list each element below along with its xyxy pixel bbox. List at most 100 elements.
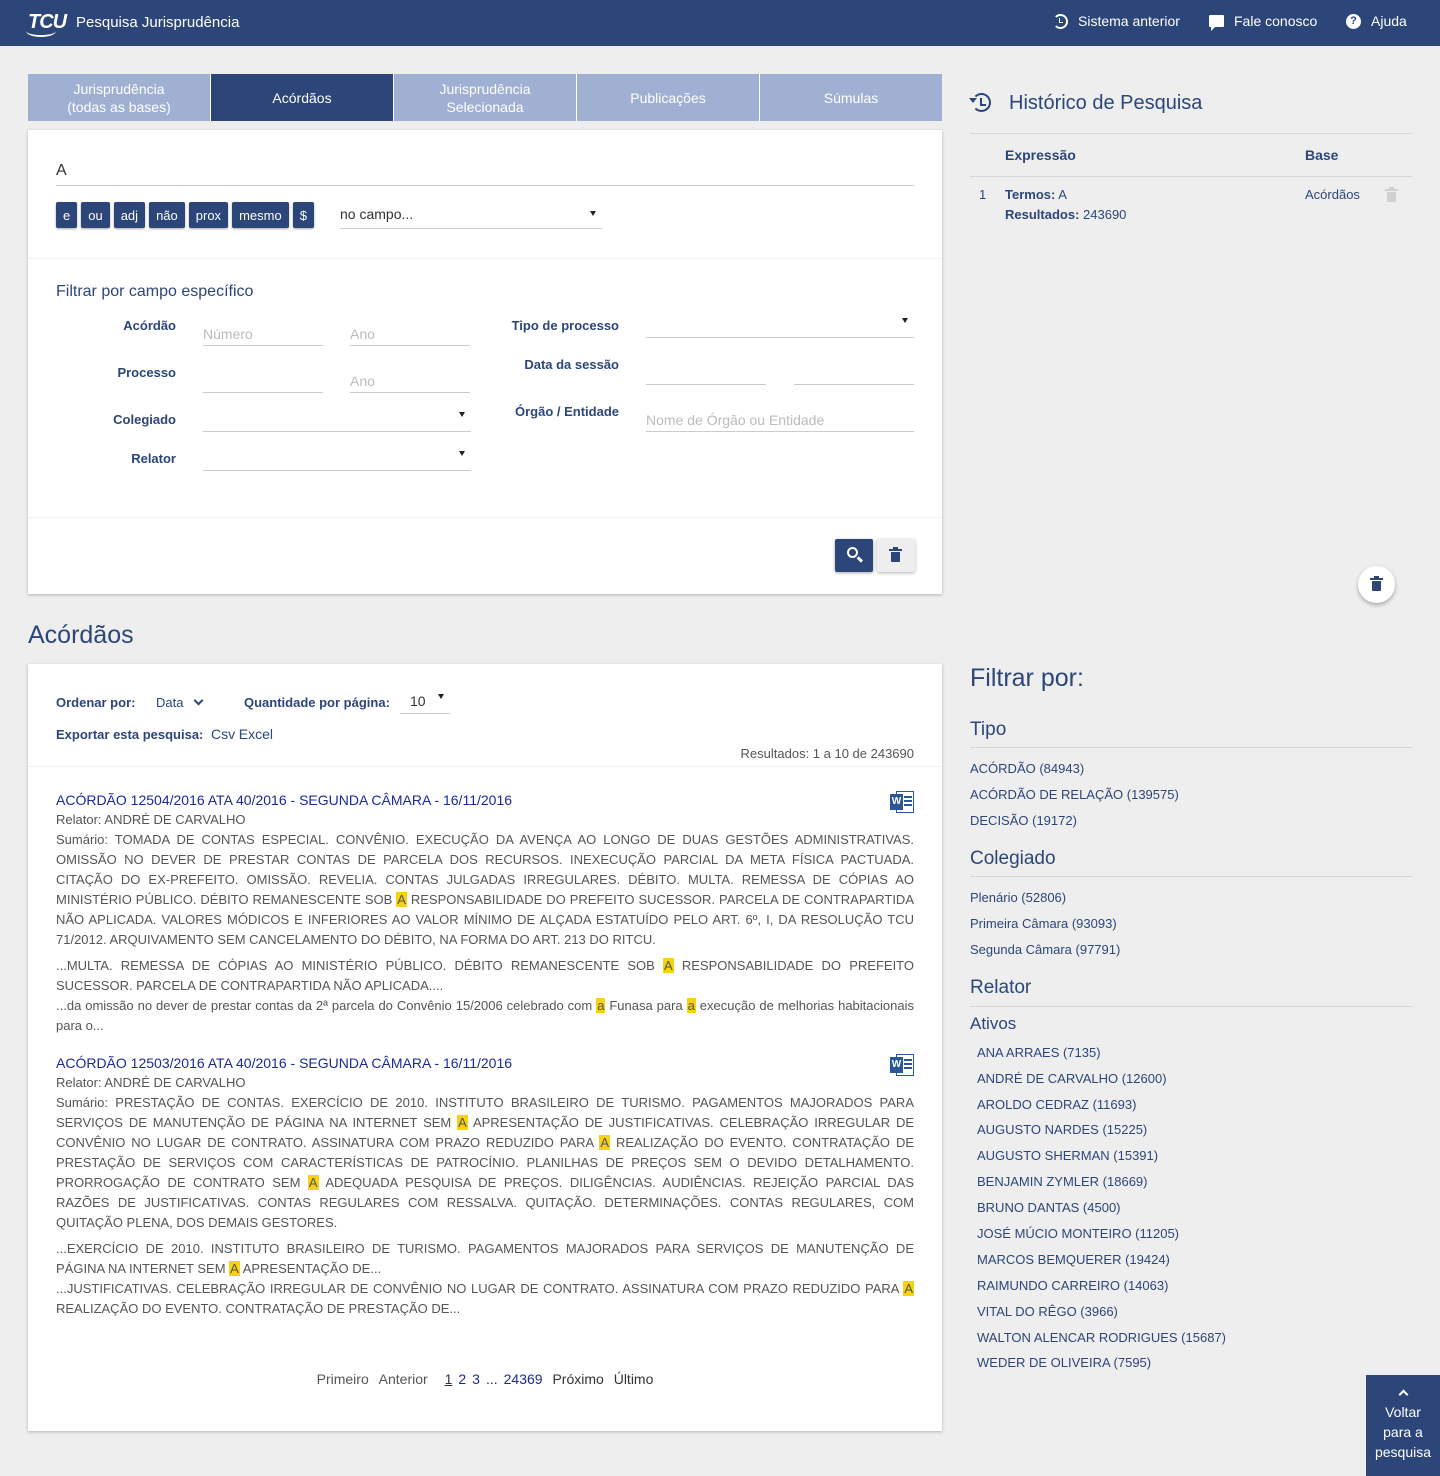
pager-page-1[interactable]: 1 [445,1371,453,1387]
tab-jurisprudencia-selecionada[interactable]: Jurisprudência Selecionada [394,74,577,121]
field-select[interactable]: no campo... [340,203,602,229]
sort-select[interactable]: Data [156,695,183,710]
filter-relator-item[interactable]: AUGUSTO SHERMAN (15391) [977,1148,1158,1163]
nav-fale-conosco[interactable]: Fale conosco [1209,13,1318,31]
orgao-input[interactable]: Nome de Órgão ou Entidade [646,404,914,432]
results-heading: Acórdãos [28,621,134,649]
search-query-input[interactable] [56,156,914,186]
history-row-delete-icon[interactable] [1385,187,1398,202]
per-page-select[interactable]: 10 [400,686,450,714]
operator-prox-button[interactable]: prox [188,202,229,228]
result-relator: Relator: ANDRÉ DE CARVALHO [56,1075,246,1090]
processo-numero-input[interactable] [203,365,323,393]
data-sessao-inicio-input[interactable] [646,357,766,385]
pager-prev[interactable]: Anterior [379,1371,428,1387]
operator-nao-button[interactable]: não [149,202,185,228]
filter-section-title: Filtrar por campo específico [56,283,254,300]
chevron-down-icon[interactable] [193,695,204,706]
per-page-label: Quantidade por página: [244,695,390,710]
filter-relator-item[interactable]: ANDRÉ DE CARVALHO (12600) [977,1071,1167,1086]
base-tabs: Jurisprudência (todas as bases) Acórdãos … [28,74,942,121]
result-title-link[interactable]: ACÓRDÃO 12504/2016 ATA 40/2016 - SEGUNDA… [56,790,914,810]
operator-dollar-button[interactable]: $ [292,202,314,228]
sort-label: Ordenar por: [56,695,136,710]
pager-next[interactable]: Próximo [552,1371,603,1387]
tab-publicacoes[interactable]: Publicações [577,74,760,121]
trash-icon [1370,576,1383,591]
filter-relator-item[interactable]: WEDER DE OLIVEIRA (7595) [977,1355,1151,1370]
label-orgao: Órgão / Entidade [514,404,619,419]
search-icon [847,547,858,558]
filter-relator-item[interactable]: BRUNO DANTAS (4500) [977,1200,1121,1215]
relator-select[interactable] [203,443,471,471]
nav-label: Ajuda [1371,13,1407,29]
history-col-base: Base [1305,147,1339,163]
back-to-search-button[interactable]: Voltar para a pesquisa [1366,1375,1440,1476]
tcu-logo[interactable]: TCU [26,9,67,37]
pager-page-last[interactable]: 24369 [504,1371,543,1387]
acordao-ano-input[interactable]: Ano [350,318,470,346]
word-doc-icon[interactable]: W [890,1054,914,1076]
acordao-numero-input[interactable]: Número [203,318,323,346]
result-title-link[interactable]: ACÓRDÃO 12503/2016 ATA 40/2016 - SEGUNDA… [56,1053,914,1073]
processo-ano-input[interactable]: Ano [350,365,470,393]
export-excel-link[interactable]: Excel [239,726,273,742]
pager-ellipsis: ... [485,1371,498,1387]
filter-relator-item[interactable]: AROLDO CEDRAZ (11693) [977,1097,1136,1112]
operator-ou-button[interactable]: ou [81,202,110,228]
caret-down-icon [459,412,465,417]
data-sessao-fim-input[interactable] [794,357,914,385]
filter-tipo-acordao-relacao[interactable]: ACÓRDÃO DE RELAÇÃO (139575) [970,787,1179,802]
filter-tipo-acordao[interactable]: ACÓRDÃO (84943) [970,761,1084,776]
pagination: Primeiro Anterior 1 2 3... 24369 Próximo Úl… [28,1371,942,1387]
export-label: Exportar esta pesquisa: Csv Excel [56,726,273,742]
tab-jurisprudencia-todas[interactable]: Jurisprudência (todas as bases) [28,74,211,121]
filter-group-colegiado: Colegiado [970,848,1056,869]
pager-first[interactable]: Primeiro [317,1371,369,1387]
tipo-processo-select[interactable] [646,310,914,338]
app-title[interactable]: Pesquisa Jurisprudência [76,14,239,31]
operator-mesmo-button[interactable]: mesmo [232,202,289,228]
pager-last[interactable]: Último [614,1371,654,1387]
operator-adj-button[interactable]: adj [113,202,146,228]
filter-relator-item[interactable]: AUGUSTO NARDES (15225) [977,1122,1147,1137]
trash-icon [889,547,902,562]
filter-tipo-decisao[interactable]: DECISÃO (19172) [970,813,1077,828]
tab-sumulas[interactable]: Súmulas [760,74,942,121]
tab-acordaos[interactable]: Acórdãos [211,74,394,121]
filter-colegiado-plenario[interactable]: Plenário (52806) [970,890,1066,905]
history-row-termos[interactable]: Termos: A [1005,187,1067,202]
filter-relator-item[interactable]: RAIMUNDO CARREIRO (14063) [977,1278,1168,1293]
clear-form-button[interactable] [877,539,915,572]
label-acordao: Acórdão [123,318,176,333]
nav-sistema-anterior[interactable]: Sistema anterior [1053,13,1180,29]
history-row-resultados: Resultados: 243690 [1005,207,1127,222]
filter-relator-item[interactable]: MARCOS BEMQUERER (19424) [977,1252,1170,1267]
filter-colegiado-segunda-camara[interactable]: Segunda Câmara (97791) [970,942,1120,957]
clear-history-button[interactable] [1358,566,1395,603]
filter-relator-item[interactable]: JOSÉ MÚCIO MONTEIRO (11205) [977,1226,1179,1241]
label-tipo-processo: Tipo de processo [511,318,619,333]
history-row-base: Acórdãos [1305,187,1360,202]
export-csv-link[interactable]: Csv [211,726,235,742]
colegiado-select[interactable] [203,404,471,432]
filters-title: Filtrar por: [970,664,1084,692]
pager-page-3[interactable]: 3 [472,1371,480,1387]
caret-down-icon [438,694,444,699]
pager-page-2[interactable]: 2 [458,1371,466,1387]
nav-ajuda[interactable]: ? Ajuda [1346,13,1407,29]
label-colegiado: Colegiado [113,412,176,427]
word-doc-icon[interactable]: W [890,791,914,813]
operator-e-button[interactable]: e [56,202,78,228]
result-item: ACÓRDÃO 12504/2016 ATA 40/2016 - SEGUNDA… [56,790,914,1036]
filter-group-relator: Relator [970,977,1032,998]
filter-colegiado-primeira-camara[interactable]: Primeira Câmara (93093) [970,916,1117,931]
filter-relator-item[interactable]: ANA ARRAES (7135) [977,1045,1101,1060]
search-button[interactable] [835,539,873,572]
filter-relator-item[interactable]: WALTON ALENCAR RODRIGUES (15687) [977,1330,1226,1345]
filter-relator-item[interactable]: VITAL DO RÊGO (3966) [977,1304,1118,1319]
nav-label: Fale conosco [1234,13,1318,29]
filter-relator-item[interactable]: BENJAMIN ZYMLER (18669) [977,1174,1148,1189]
chat-icon [1209,15,1224,31]
result-relator: Relator: ANDRÉ DE CARVALHO [56,812,246,827]
